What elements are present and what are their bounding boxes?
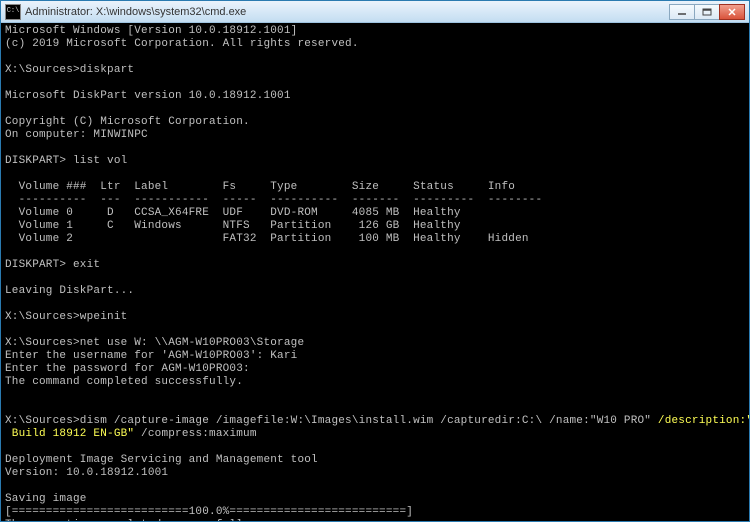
window-title: Administrator: X:\windows\system32\cmd.e… xyxy=(25,6,670,18)
table-divider: ---------- --- ----------- ----- -------… xyxy=(5,194,542,206)
table-row: Volume 1 C Windows NTFS Partition 126 GB… xyxy=(5,220,461,232)
console-output[interactable]: Microsoft Windows [Version 10.0.18912.10… xyxy=(1,23,749,521)
table-row: Volume 2 FAT32 Partition 100 MB Healthy … xyxy=(5,233,529,245)
prompt-line: X:\Sources>net use W: \\AGM-W10PRO03\Sto… xyxy=(5,337,304,349)
table-header: Volume ### Ltr Label Fs Type Size Status… xyxy=(5,181,515,193)
output-line: The operation completed successfully. xyxy=(5,519,257,521)
output-line: Deployment Image Servicing and Managemen… xyxy=(5,454,318,466)
prompt-line: /compress:maximum xyxy=(134,428,256,440)
minimize-button[interactable] xyxy=(669,4,695,20)
prompt-line: X:\Sources>wpeinit xyxy=(5,311,127,323)
close-button[interactable] xyxy=(719,4,745,20)
window-controls xyxy=(670,4,745,20)
maximize-button[interactable] xyxy=(694,4,720,20)
output-line: Copyright (C) Microsoft Corporation. xyxy=(5,116,250,128)
output-line: Enter the password for AGM-W10PRO03: xyxy=(5,363,250,375)
cmd-window: C:\ Administrator: X:\windows\system32\c… xyxy=(0,0,750,522)
prompt-line: DISKPART> list vol xyxy=(5,155,127,167)
output-line: On computer: MINWINPC xyxy=(5,129,148,141)
titlebar[interactable]: C:\ Administrator: X:\windows\system32\c… xyxy=(1,1,749,23)
output-line: The command completed successfully. xyxy=(5,376,243,388)
prompt-line: DISKPART> exit xyxy=(5,259,100,271)
output-line: Saving image xyxy=(5,493,87,505)
output-line: Microsoft Windows [Version 10.0.18912.10… xyxy=(5,25,297,37)
prompt-line: X:\Sources>dism /capture-image /imagefil… xyxy=(5,415,658,427)
cmd-icon: C:\ xyxy=(5,4,21,20)
output-line: Leaving DiskPart... xyxy=(5,285,134,297)
table-row: Volume 0 D CCSA_X64FRE UDF DVD-ROM 4085 … xyxy=(5,207,461,219)
highlighted-text: Build 18912 EN-GB" xyxy=(5,428,134,440)
highlighted-text: /description:"W10 PRO x64 xyxy=(658,415,749,427)
output-line: Version: 10.0.18912.1001 xyxy=(5,467,168,479)
prompt-line: X:\Sources>diskpart xyxy=(5,64,134,76)
output-line: (c) 2019 Microsoft Corporation. All righ… xyxy=(5,38,359,50)
output-line: Microsoft DiskPart version 10.0.18912.10… xyxy=(5,90,291,102)
progress-bar: [==========================100.0%=======… xyxy=(5,506,413,518)
output-line: Enter the username for 'AGM-W10PRO03': K… xyxy=(5,350,297,362)
